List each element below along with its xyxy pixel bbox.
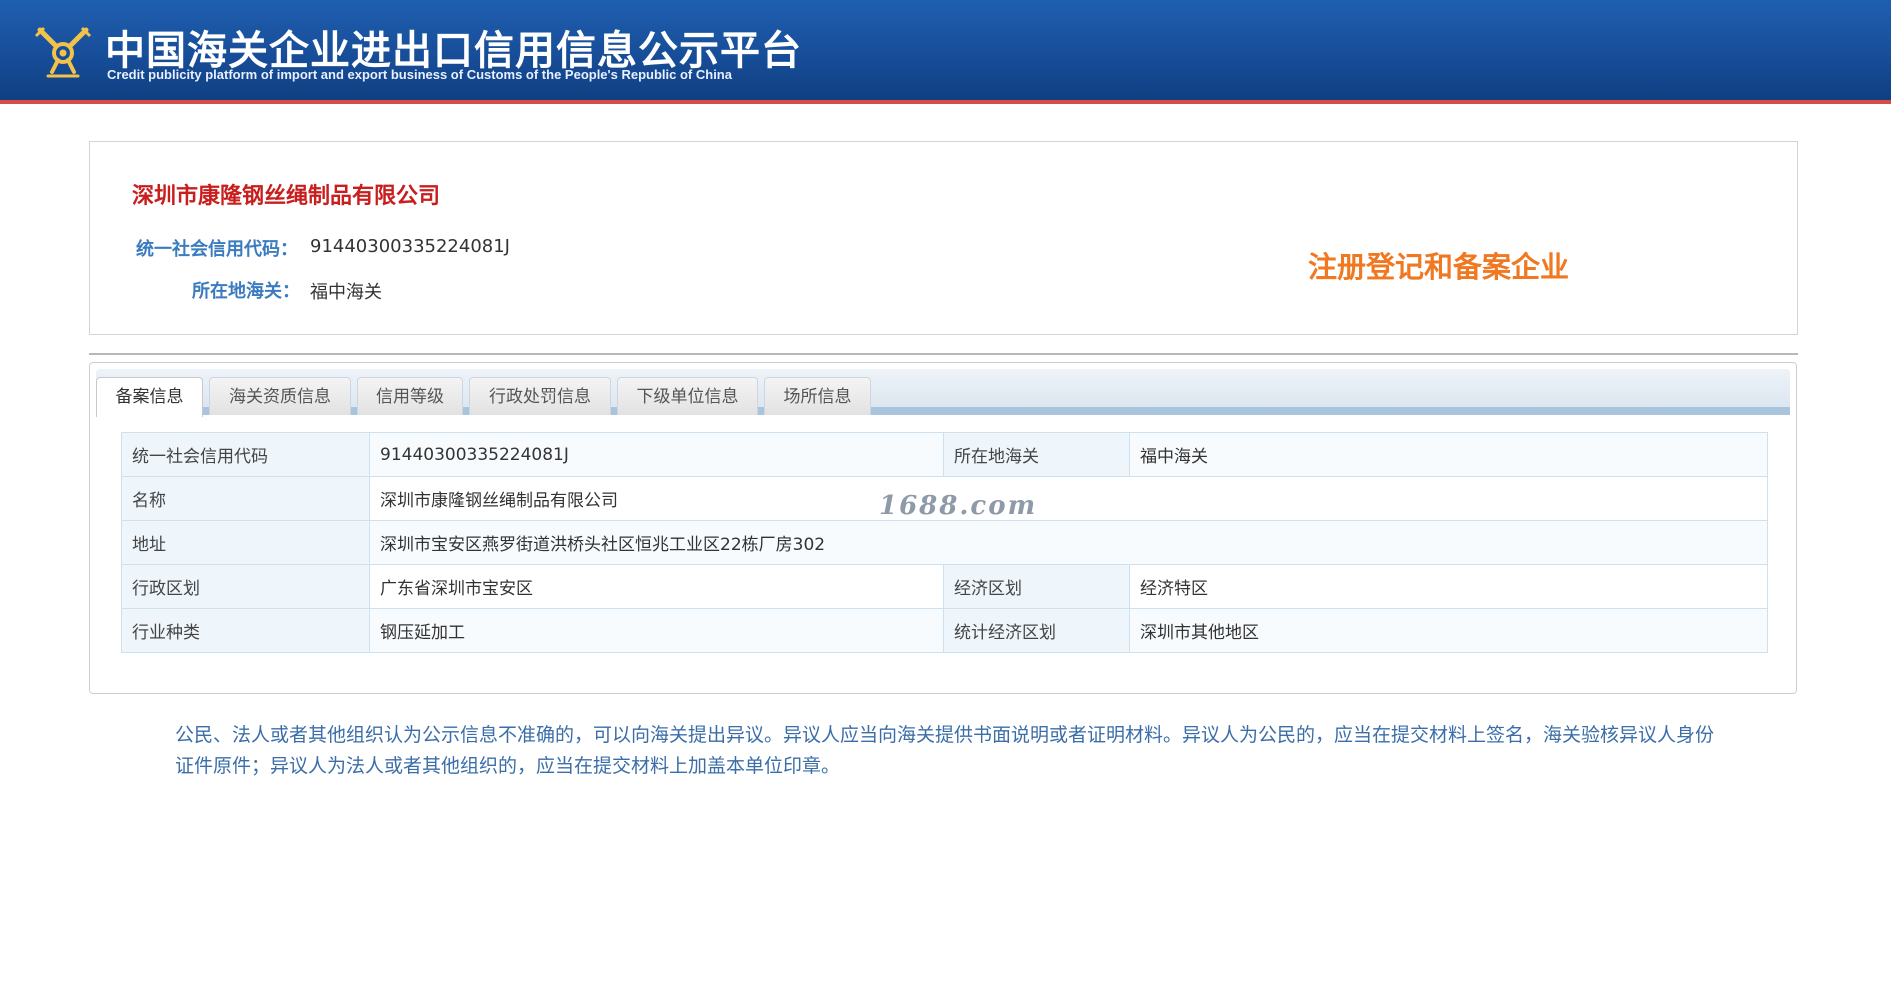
tab-filing-info[interactable]: 备案信息	[96, 377, 203, 417]
table-value: 91440300335224081J	[369, 432, 944, 477]
tab-administrative-penalty[interactable]: 行政处罚信息	[469, 377, 611, 415]
table-label: 统一社会信用代码	[121, 432, 370, 477]
customs-emblem-icon	[34, 26, 92, 78]
site-subtitle: Credit publicity platform of import and …	[107, 67, 732, 82]
table-value: 福中海关	[1129, 432, 1768, 477]
table-value: 经济特区	[1129, 564, 1768, 609]
table-value: 深圳市宝安区燕罗街道洪桥头社区恒兆工业区22栋厂房302	[369, 520, 1768, 565]
table-label: 行政区划	[121, 564, 370, 609]
filing-info-table: 统一社会信用代码 91440300335224081J 所在地海关 福中海关 名…	[121, 432, 1768, 653]
table-label: 行业种类	[121, 608, 370, 653]
objection-notice: 公民、法人或者其他组织认为公示信息不准确的，可以向海关提出异议。异议人应当向海关…	[175, 724, 1715, 777]
table-row: 行业种类 钢压延加工 统计经济区划 深圳市其他地区	[121, 608, 1768, 653]
tab-site-info[interactable]: 场所信息	[764, 377, 871, 415]
registration-status-badge: 注册登记和备案企业	[1308, 250, 1570, 284]
table-label: 统计经济区划	[943, 608, 1130, 653]
customs-value: 福中海关	[310, 282, 382, 303]
tab-credit-rating[interactable]: 信用等级	[357, 377, 463, 415]
watermark: 1688.com	[879, 491, 1038, 521]
company-summary: 深圳市康隆钢丝绳制品有限公司 统一社会信用代码： 914403003352240…	[89, 141, 1798, 335]
table-row: 地址 深圳市宝安区燕罗街道洪桥头社区恒兆工业区22栋厂房302	[121, 520, 1768, 565]
table-value: 钢压延加工	[369, 608, 944, 653]
credit-code-value: 91440300335224081J	[310, 236, 510, 257]
credit-code-label: 统一社会信用代码：	[136, 239, 298, 260]
info-panel: 备案信息 海关资质信息 信用等级 行政处罚信息 下级单位信息 场所信息 统一社会…	[89, 362, 1797, 694]
tab-customs-qualification[interactable]: 海关资质信息	[209, 377, 351, 415]
table-value: 广东省深圳市宝安区	[369, 564, 944, 609]
table-label: 名称	[121, 476, 370, 521]
tab-bar: 备案信息 海关资质信息 信用等级 行政处罚信息 下级单位信息 场所信息	[96, 369, 1790, 417]
table-value: 深圳市其他地区	[1129, 608, 1768, 653]
customs-label: 所在地海关：	[192, 281, 300, 302]
tab-subordinate-units[interactable]: 下级单位信息	[617, 377, 758, 415]
table-label: 所在地海关	[943, 432, 1130, 477]
table-row: 统一社会信用代码 91440300335224081J 所在地海关 福中海关	[121, 432, 1768, 477]
table-row: 行政区划 广东省深圳市宝安区 经济区划 经济特区	[121, 564, 1768, 609]
table-label: 地址	[121, 520, 370, 565]
company-name: 深圳市康隆钢丝绳制品有限公司	[132, 184, 441, 209]
section-divider	[89, 353, 1798, 355]
table-value: 深圳市康隆钢丝绳制品有限公司	[369, 476, 1768, 521]
site-header: 中国海关企业进出口信用信息公示平台 Credit publicity platf…	[0, 0, 1891, 104]
table-label: 经济区划	[943, 564, 1130, 609]
